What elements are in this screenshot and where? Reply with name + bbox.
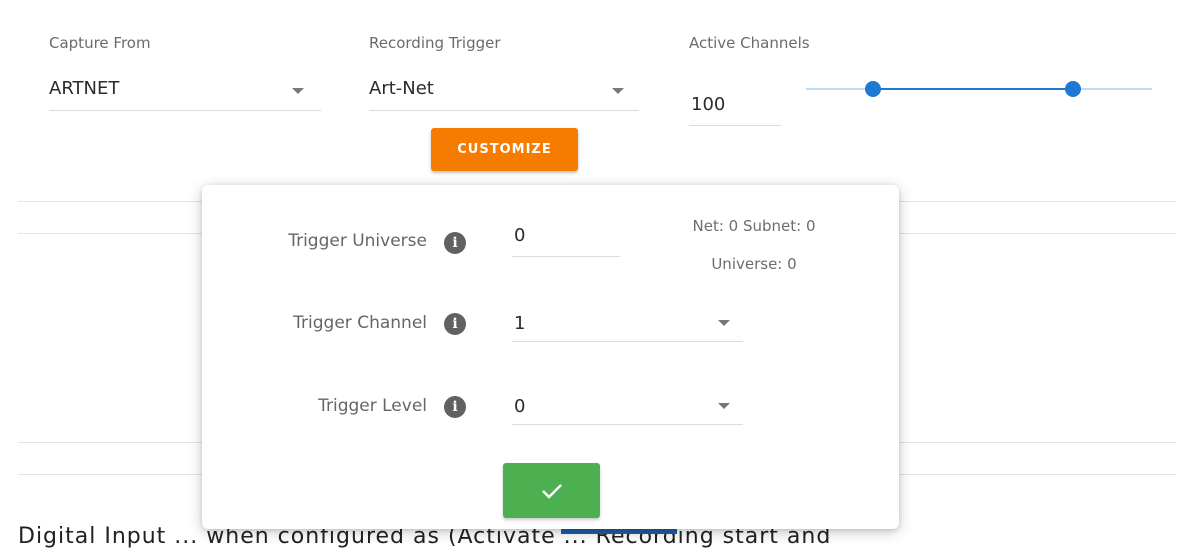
recording-trigger-select[interactable]: Art-Net [369, 72, 639, 112]
active-channels-input[interactable]: 100 [689, 86, 781, 126]
trigger-channel-value: 1 [514, 313, 526, 334]
capture-from-select[interactable]: ARTNET [49, 72, 321, 112]
active-channels-value: 100 [691, 94, 726, 115]
info-icon[interactable]: i [444, 313, 466, 335]
trigger-level-underline [512, 424, 743, 425]
active-channels-underline [689, 125, 781, 126]
chevron-down-icon [718, 320, 730, 326]
trigger-channel-select[interactable]: 1 [512, 309, 743, 342]
trigger-universe-note-line2: Universe: 0 [711, 255, 797, 273]
recording-trigger-label: Recording Trigger [369, 34, 501, 52]
trigger-settings-popover: Trigger Universe i 0 Net: 0 Subnet: 0 Un… [202, 185, 899, 529]
active-channels-label: Active Channels [689, 34, 810, 52]
chevron-down-icon [292, 88, 304, 94]
trigger-universe-input[interactable]: 0 [512, 221, 620, 259]
trigger-universe-label: Trigger Universe [288, 231, 427, 251]
chevron-down-icon [718, 403, 730, 409]
info-icon[interactable]: i [444, 396, 466, 418]
trigger-universe-value: 0 [514, 225, 526, 246]
capture-from-value: ARTNET [49, 78, 120, 99]
active-channels-range-slider[interactable] [806, 78, 1152, 98]
slider-knob-min[interactable] [865, 81, 881, 97]
confirm-button[interactable] [503, 463, 600, 518]
trigger-level-select[interactable]: 0 [512, 392, 743, 425]
slider-active-range [873, 88, 1073, 90]
trigger-level-value: 0 [514, 396, 526, 417]
trigger-universe-underline [512, 256, 620, 257]
capture-from-label: Capture From [49, 34, 151, 52]
trigger-universe-note-line1: Net: 0 Subnet: 0 [692, 217, 816, 235]
trigger-channel-label: Trigger Channel [293, 313, 427, 333]
recording-trigger-underline [369, 110, 639, 111]
recording-trigger-value: Art-Net [369, 78, 434, 99]
check-icon [541, 483, 562, 499]
customize-button[interactable]: CUSTOMIZE [431, 128, 578, 171]
slider-knob-max[interactable] [1065, 81, 1081, 97]
chevron-down-icon [612, 88, 624, 94]
info-icon[interactable]: i [444, 232, 466, 254]
trigger-level-label: Trigger Level [318, 396, 427, 416]
capture-from-underline [49, 110, 321, 111]
trigger-channel-underline [512, 341, 743, 342]
